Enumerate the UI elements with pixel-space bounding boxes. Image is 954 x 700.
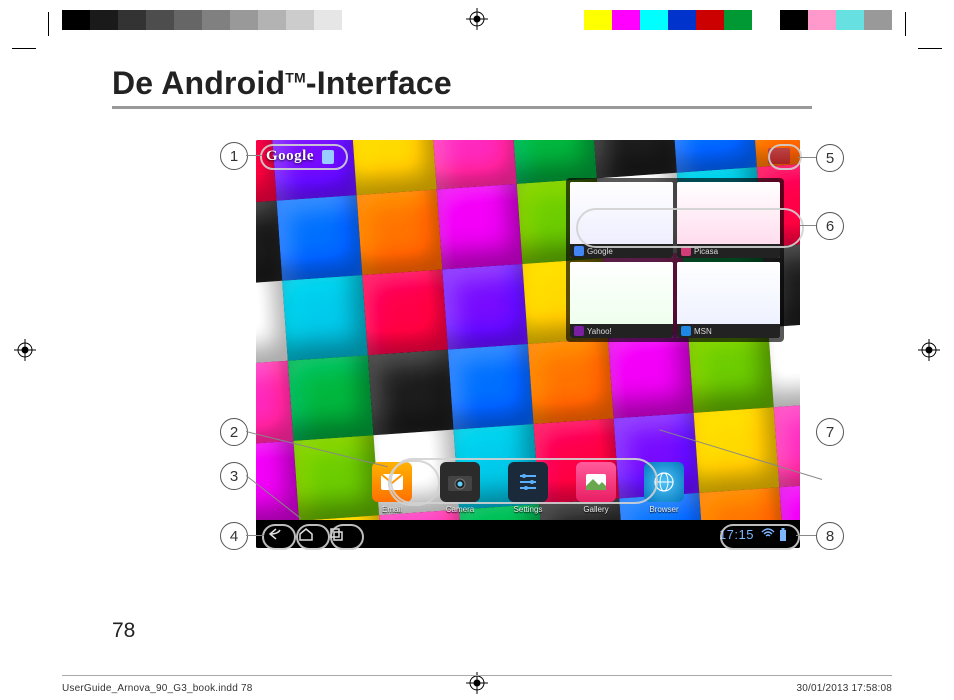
print-colorbar-color bbox=[584, 10, 892, 30]
page-title: De AndroidTM-Interface bbox=[112, 65, 894, 102]
site-favicon-icon bbox=[681, 326, 691, 336]
title-text: De Android bbox=[112, 65, 285, 101]
callout-number: 1 bbox=[220, 142, 248, 170]
callout-number: 8 bbox=[816, 522, 844, 550]
browser-icon bbox=[644, 462, 684, 502]
apps-grid-icon[interactable] bbox=[768, 148, 790, 164]
browser-bookmarks-widget[interactable]: Google Picasa Yahoo! MSN bbox=[566, 178, 784, 342]
callout-leader bbox=[246, 155, 262, 156]
app-browser[interactable]: Browser bbox=[639, 462, 689, 514]
app-label: Settings bbox=[514, 505, 543, 514]
app-email[interactable]: Email bbox=[367, 462, 417, 514]
title-rule bbox=[112, 106, 812, 109]
recent-apps-button[interactable] bbox=[324, 525, 348, 543]
callout-number: 7 bbox=[816, 418, 844, 446]
system-nav-bar: 17:15 bbox=[256, 520, 800, 548]
google-search-bar[interactable]: Google bbox=[266, 148, 334, 165]
site-favicon-icon bbox=[681, 246, 691, 256]
bookmark-label: Yahoo! bbox=[587, 327, 612, 336]
gallery-icon bbox=[576, 462, 616, 502]
bookmark-thumbnail[interactable]: MSN bbox=[677, 262, 780, 338]
title-suffix: -Interface bbox=[306, 65, 452, 101]
app-gallery[interactable]: Gallery bbox=[571, 462, 621, 514]
callout-number: 2 bbox=[220, 418, 248, 446]
crop-mark-icon bbox=[894, 36, 918, 60]
print-colorbar-grayscale bbox=[62, 10, 370, 30]
app-camera[interactable]: Camera bbox=[435, 462, 485, 514]
app-label: Camera bbox=[446, 505, 474, 514]
footer-datetime: 30/01/2013 17:58:08 bbox=[796, 683, 892, 694]
bookmark-thumbnail[interactable]: Google bbox=[570, 182, 673, 258]
callout-leader bbox=[798, 157, 816, 158]
callout-number: 6 bbox=[816, 212, 844, 240]
site-favicon-icon bbox=[574, 246, 584, 256]
app-settings[interactable]: Settings bbox=[503, 462, 553, 514]
bookmark-thumbnail[interactable]: Picasa bbox=[677, 182, 780, 258]
settings-icon bbox=[508, 462, 548, 502]
callout-leader bbox=[246, 535, 264, 536]
registration-mark-icon bbox=[918, 339, 940, 361]
registration-mark-icon bbox=[466, 8, 488, 30]
callout-number: 3 bbox=[220, 462, 248, 490]
app-label: Email bbox=[382, 505, 402, 514]
tablet-screenshot: Google Google Picasa Yahoo! bbox=[256, 140, 800, 548]
callout-number: 4 bbox=[220, 522, 248, 550]
app-label: Gallery bbox=[583, 505, 608, 514]
bookmark-label: MSN bbox=[694, 327, 712, 336]
annotated-figure: Google Google Picasa Yahoo! bbox=[112, 140, 852, 580]
bookmark-label: Google bbox=[587, 247, 613, 256]
imprint-footer: UserGuide_Arnova_90_G3_book.indd 78 30/0… bbox=[62, 675, 892, 700]
microphone-icon[interactable] bbox=[322, 150, 334, 164]
bookmark-label: Picasa bbox=[694, 247, 718, 256]
camera-icon bbox=[440, 462, 480, 502]
back-button[interactable] bbox=[264, 525, 288, 543]
crop-mark-icon bbox=[36, 36, 60, 60]
footer-filename: UserGuide_Arnova_90_G3_book.indd 78 bbox=[62, 683, 252, 694]
bookmark-thumbnail[interactable]: Yahoo! bbox=[570, 262, 673, 338]
site-favicon-icon bbox=[574, 326, 584, 336]
status-clock[interactable]: 17:15 bbox=[719, 527, 754, 542]
wifi-icon bbox=[761, 528, 775, 540]
app-label: Browser bbox=[649, 505, 678, 514]
trademark-symbol: TM bbox=[285, 69, 306, 85]
google-logo: Google bbox=[266, 148, 314, 165]
registration-mark-icon bbox=[14, 339, 36, 361]
battery-icon bbox=[778, 528, 792, 540]
app-dock: Email Camera Settings bbox=[256, 458, 800, 518]
page-number: 78 bbox=[112, 619, 135, 643]
email-icon bbox=[372, 462, 412, 502]
callout-number: 5 bbox=[816, 144, 844, 172]
callout-leader bbox=[796, 535, 816, 536]
callout-leader bbox=[800, 225, 816, 226]
home-button[interactable] bbox=[294, 525, 318, 543]
